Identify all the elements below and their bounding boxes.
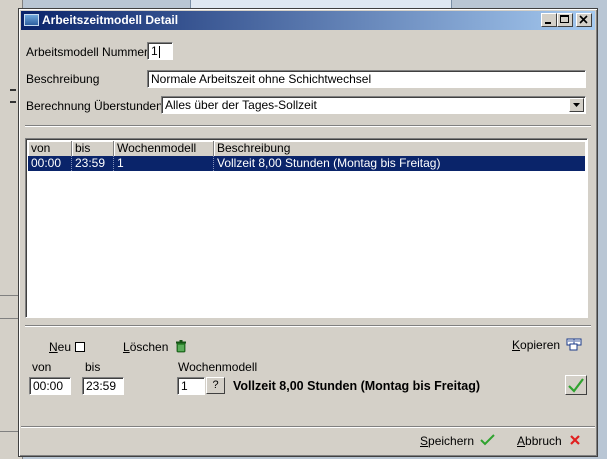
berechnung-value: Alles über der Tages-Sollzeit — [165, 98, 317, 112]
nummer-value: 1 — [151, 44, 158, 58]
cell-beschreibung: Vollzeit 8,00 Stunden (Montag bis Freita… — [217, 156, 441, 170]
cell-wochenmodell: 1 — [114, 156, 214, 171]
wochenmodell-lookup-button[interactable]: ? — [206, 377, 225, 394]
bis-label: bis — [85, 360, 101, 374]
separator — [25, 325, 591, 327]
column-header-bis[interactable]: bis — [72, 141, 114, 156]
trash-icon — [175, 340, 186, 353]
wochenmodell-label: Wochenmodell — [178, 360, 258, 374]
chevron-down-icon — [573, 103, 580, 107]
close-button[interactable] — [576, 13, 592, 27]
checkbox-icon — [75, 342, 86, 352]
abbruch-button[interactable]: Abbruch — [517, 434, 581, 448]
von-input[interactable]: 00:00 — [29, 377, 71, 395]
cancel-x-icon — [570, 435, 580, 445]
time-range-list[interactable]: von bis Wochenmodell Beschreibung 00:00 … — [25, 138, 588, 318]
minimize-button[interactable] — [541, 13, 557, 27]
wochenmodell-description: Vollzeit 8,00 Stunden (Montag bis Freita… — [233, 379, 481, 393]
background-text-mark — [10, 101, 16, 103]
kopieren-button[interactable]: Kopieren — [512, 338, 583, 352]
beschreibung-label: Beschreibung — [26, 72, 100, 86]
cell-von: 00:00 — [28, 156, 72, 171]
text-caret — [158, 45, 160, 58]
column-header-wochenmodell[interactable]: Wochenmodell — [114, 141, 214, 156]
nummer-input[interactable]: 1 — [147, 42, 173, 60]
window-title: Arbeitszeitmodell Detail — [42, 13, 179, 27]
app-window-icon — [24, 14, 39, 26]
column-header-beschreibung[interactable]: Beschreibung — [214, 141, 587, 156]
berechnung-label: Berechnung Überstunden — [26, 99, 163, 113]
neu-button[interactable]: Neu — [49, 340, 86, 354]
loeschen-button[interactable]: Löschen — [123, 340, 187, 354]
maximize-button[interactable] — [557, 13, 573, 27]
column-header-von[interactable]: von — [28, 141, 72, 156]
wochenmodell-input[interactable]: 1 — [177, 377, 205, 395]
separator — [25, 125, 591, 127]
close-icon — [579, 15, 588, 24]
detail-dialog: Arbeitszeitmodell Detail Arbeitsmodell N… — [18, 8, 598, 457]
dropdown-button[interactable] — [569, 98, 584, 112]
list-header: von bis Wochenmodell Beschreibung — [28, 141, 585, 156]
von-label: von — [32, 360, 52, 374]
bis-input[interactable]: 23:59 — [82, 377, 124, 395]
maximize-icon — [560, 15, 569, 23]
table-row[interactable]: 00:00 23:59 1 Vollzeit 8,00 Stunden (Mon… — [28, 156, 585, 171]
beschreibung-input[interactable]: Normale Arbeitszeit ohne Schichtwechsel — [147, 70, 586, 88]
copy-icon — [566, 338, 582, 351]
minimize-icon — [545, 22, 551, 24]
cell-bis: 23:59 — [72, 156, 114, 171]
checkmark-icon — [480, 434, 496, 446]
confirm-row-button[interactable] — [565, 375, 587, 395]
title-bar[interactable]: Arbeitszeitmodell Detail — [21, 11, 595, 30]
nummer-label: Arbeitsmodell Nummer — [26, 45, 149, 59]
background-text-mark — [10, 89, 16, 91]
beschreibung-value: Normale Arbeitszeit ohne Schichtwechsel — [151, 72, 372, 86]
speichern-button[interactable]: Speichern — [420, 434, 496, 448]
footer-bar: Speichern Abbruch — [21, 426, 595, 454]
berechnung-select[interactable]: Alles über der Tages-Sollzeit — [161, 96, 586, 114]
checkmark-icon — [568, 378, 584, 393]
